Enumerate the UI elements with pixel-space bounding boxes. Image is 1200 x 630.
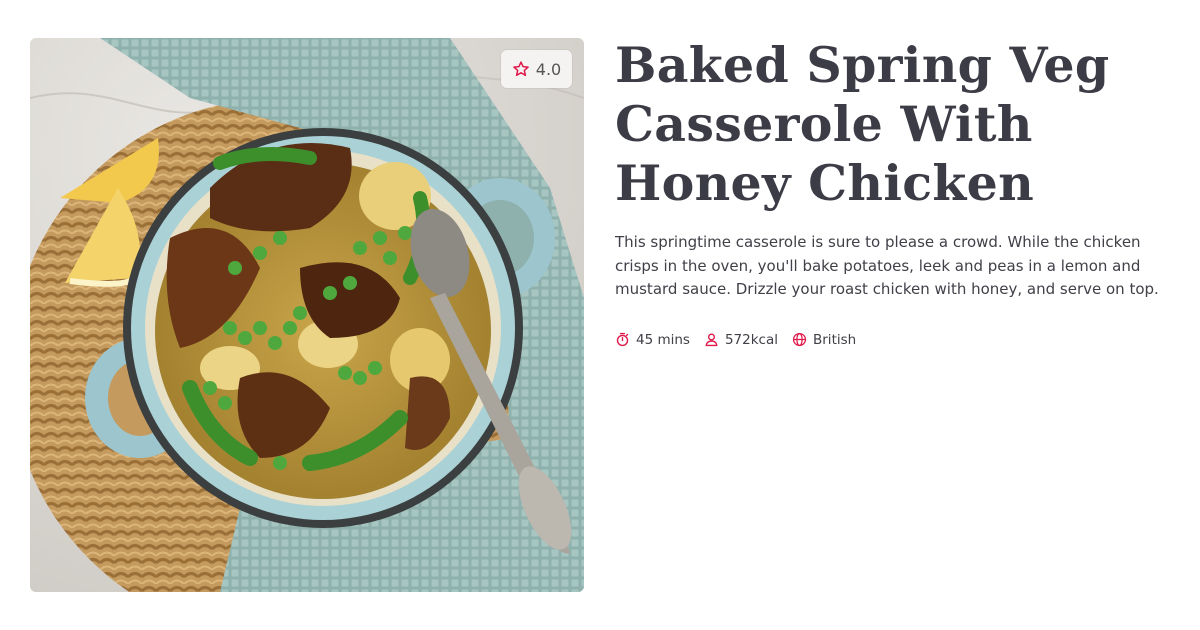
meta-calories: 572kcal <box>704 332 778 348</box>
meta-calories-label: 572kcal <box>724 331 778 348</box>
rating-badge: 4.0 <box>501 50 572 88</box>
rating-value: 4.0 <box>535 59 562 79</box>
casserole-image <box>30 38 584 592</box>
recipe-photo <box>30 38 584 592</box>
meta-cuisine-label: British <box>813 331 857 348</box>
globe-icon <box>792 332 807 347</box>
recipe-description: This springtime casserole is sure to ple… <box>615 233 1159 298</box>
meta-time-label: 45 mins <box>636 331 690 348</box>
meta-time: 45 mins <box>615 332 690 348</box>
person-icon <box>704 332 719 347</box>
star-outline-icon <box>512 60 530 78</box>
recipe-meta: 45 mins 572kcal British <box>615 332 1185 348</box>
stopwatch-icon <box>615 332 630 347</box>
recipe-title: Baked Spring Veg Casserole With Honey Ch… <box>615 36 1110 212</box>
meta-cuisine: British <box>792 332 856 348</box>
recipe-info: Baked Spring Veg Casserole With Honey Ch… <box>615 36 1185 348</box>
